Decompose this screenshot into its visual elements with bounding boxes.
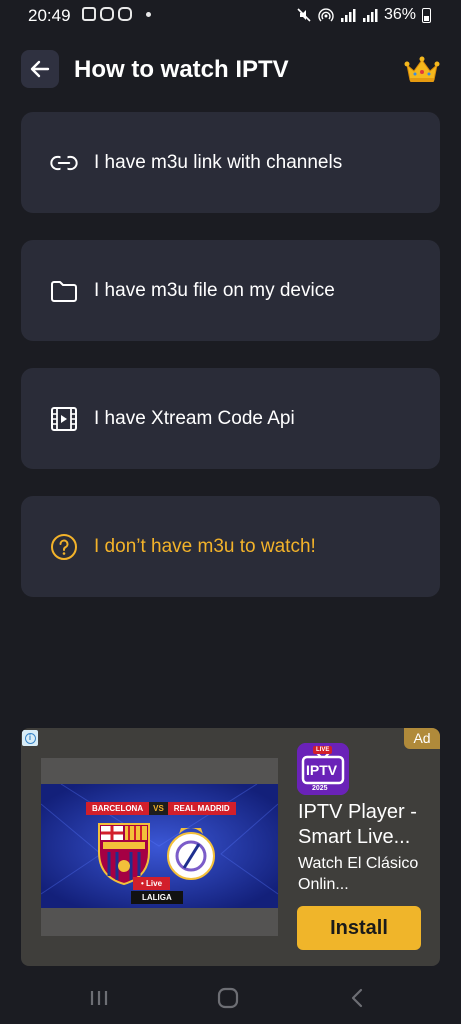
match-title: BARCELONA VS REAL MADRID [86,802,236,815]
ad-banner[interactable]: i Ad BARCELONA VS REAL MADRID • Live LAL… [21,728,440,966]
option-label: I have Xtream Code Api [94,407,295,429]
back-button[interactable] [21,50,59,88]
option-xtream-code[interactable]: I have Xtream Code Api [21,368,440,469]
instagram-icon [100,7,114,21]
option-m3u-link[interactable]: I have m3u link with channels [21,112,440,213]
team-left-label: BARCELONA [86,802,150,815]
option-label: I have m3u link with channels [94,151,343,173]
status-time: 20:49 [28,6,71,25]
status-bar: 20:49 36% [0,0,461,32]
ad-description: Watch El Clásico Onlin... [298,855,419,893]
app-icon[interactable]: LIVE IPTV 2025 [297,743,349,795]
recents-icon [90,991,108,1005]
option-no-m3u[interactable]: I don’t have m3u to watch! [21,496,440,597]
app-icon-live: LIVE [313,746,333,754]
battery-percent: 36% [383,6,416,23]
ad-badge: Ad [404,728,440,749]
help-icon [50,533,78,561]
system-status: 36% [296,6,431,24]
more-notifications-icon [146,12,151,17]
notification-icons [82,7,151,21]
crown-icon [404,56,440,82]
option-m3u-file[interactable]: I have m3u file on my device [21,240,440,341]
recents-button[interactable] [84,983,114,1013]
live-tag: • Live [133,877,171,890]
ad-app-name[interactable]: IPTV Player - Smart Live... [298,800,436,850]
install-button[interactable]: Install [297,906,421,950]
back-nav-icon [351,988,363,1008]
premium-button[interactable] [404,56,440,89]
signal-icon [362,9,378,22]
league-tag: LALIGA [131,891,183,904]
instagram-icon [118,7,132,21]
option-label: I have m3u file on my device [94,279,335,301]
ad-media-image: BARCELONA VS REAL MADRID • Live LALIGA [41,784,278,908]
ad-info-icon[interactable]: i [22,730,38,746]
home-button[interactable] [213,983,243,1013]
ad-media[interactable]: BARCELONA VS REAL MADRID • Live LALIGA [41,758,278,936]
video-file-icon [50,405,78,433]
app-icon-text: IPTV [306,762,338,778]
page-title: How to watch IPTV [74,56,289,83]
gallery-icon [82,7,96,21]
system-nav-bar [0,975,461,1024]
app-icon-year: 2025 [312,785,328,792]
arrow-left-icon [30,60,50,78]
signal-icon [340,9,356,22]
back-nav-button[interactable] [342,983,372,1013]
mute-icon [297,8,311,22]
hotspot-icon [318,8,334,22]
versus-label: VS [149,802,168,815]
team-right-label: REAL MADRID [167,802,236,815]
option-label: I don’t have m3u to watch! [94,535,316,557]
folder-icon [50,277,78,305]
battery-icon [422,7,431,23]
app-header: How to watch IPTV [0,50,461,92]
home-icon [217,987,239,1009]
link-icon [50,149,78,177]
